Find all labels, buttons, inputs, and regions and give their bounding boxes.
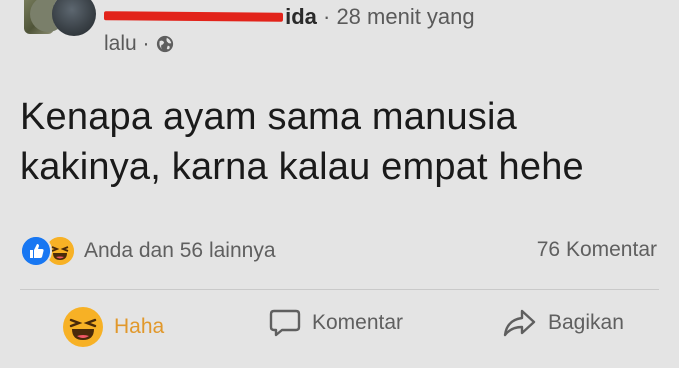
- haha-label: Haha: [114, 315, 165, 338]
- comment-label: Komentar: [312, 311, 404, 334]
- haha-icon: [63, 307, 103, 347]
- divider: [20, 289, 659, 290]
- post-time-suffix: lalu ·: [104, 32, 150, 55]
- avatar[interactable]: [52, 0, 96, 36]
- share-label: Bagikan: [548, 311, 624, 334]
- reactions-text: Anda dan 56 lainnya: [84, 239, 276, 262]
- avatar-background: [24, 0, 54, 34]
- post-time-cont: lalu ·: [104, 32, 174, 56]
- globe-icon: [156, 35, 173, 53]
- reactions-summary[interactable]: Anda dan 56 lainnya: [20, 235, 276, 267]
- haha-button[interactable]: Haha: [62, 306, 164, 348]
- comment-count[interactable]: 76 Komentar: [537, 238, 657, 262]
- post-text-line: Kenapa ayam sama manusia: [20, 96, 517, 138]
- post-text: Kenapa ayam sama manusia kakinya, karna …: [20, 92, 660, 192]
- post-header: Xxxxxxx Xxxxxx xxxida · 28 menit yang: [103, 4, 475, 30]
- comment-icon: [269, 309, 301, 337]
- post-text-line: kakinya, karna kalau empat hehe: [20, 146, 584, 188]
- like-icon: [20, 235, 52, 267]
- author-name[interactable]: Xxxxxxx Xxxxxx xxxida: [103, 4, 317, 30]
- comment-button[interactable]: Komentar: [268, 306, 403, 340]
- redaction-mark: [103, 11, 283, 22]
- share-arrow-icon: [503, 309, 536, 337]
- post-time: · 28 menit yang: [323, 4, 475, 29]
- share-button[interactable]: Bagikan: [502, 306, 624, 340]
